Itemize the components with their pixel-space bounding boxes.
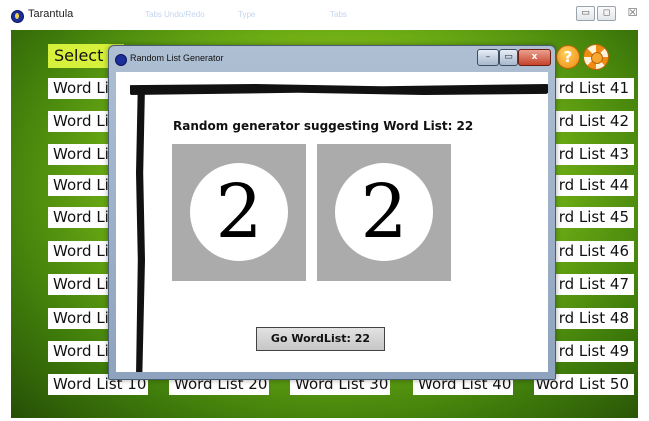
brush-stroke-decoration — [130, 84, 548, 95]
window-maximize-button[interactable]: ◻ — [597, 6, 616, 21]
tarantula-app-icon — [115, 54, 127, 66]
suggestion-text: Random generator suggesting Word List: 2… — [173, 119, 474, 133]
dialog-minimize-button[interactable]: – — [477, 49, 499, 66]
tarantula-app-icon — [11, 10, 24, 23]
help-icon[interactable]: ? — [556, 45, 580, 69]
digit-tile: 2 — [317, 144, 451, 281]
lifebuoy-icon[interactable] — [583, 44, 609, 70]
window-minimize-button[interactable]: ▭ — [576, 6, 595, 21]
digit-tile: 2 — [172, 144, 306, 281]
digit-value: 2 — [335, 163, 433, 261]
brush-stroke-decoration — [136, 86, 145, 372]
dialog-title: Random List Generator — [130, 53, 224, 63]
window-titlebar: Tarantula Tabs Undo/Redo Type Tabs ▭ ◻ ☒ — [0, 0, 649, 30]
dialog-content: Random generator suggesting Word List: 2… — [116, 72, 548, 372]
window-close-button[interactable]: ☒ — [624, 6, 641, 19]
digit-value: 2 — [190, 163, 288, 261]
window-title: Tarantula — [28, 8, 74, 20]
random-list-dialog: Random List Generator – ▭ x Random gener… — [108, 45, 556, 380]
ghost-label: Tabs — [330, 10, 347, 19]
ghost-label: Tabs Undo/Redo — [145, 10, 205, 19]
go-wordlist-button[interactable]: Go WordList: 22 — [256, 327, 385, 351]
dialog-close-button[interactable]: x — [518, 49, 551, 66]
dialog-maximize-button[interactable]: ▭ — [499, 49, 518, 66]
ghost-label: Type — [238, 10, 256, 19]
dialog-titlebar[interactable]: Random List Generator – ▭ x — [109, 46, 555, 72]
